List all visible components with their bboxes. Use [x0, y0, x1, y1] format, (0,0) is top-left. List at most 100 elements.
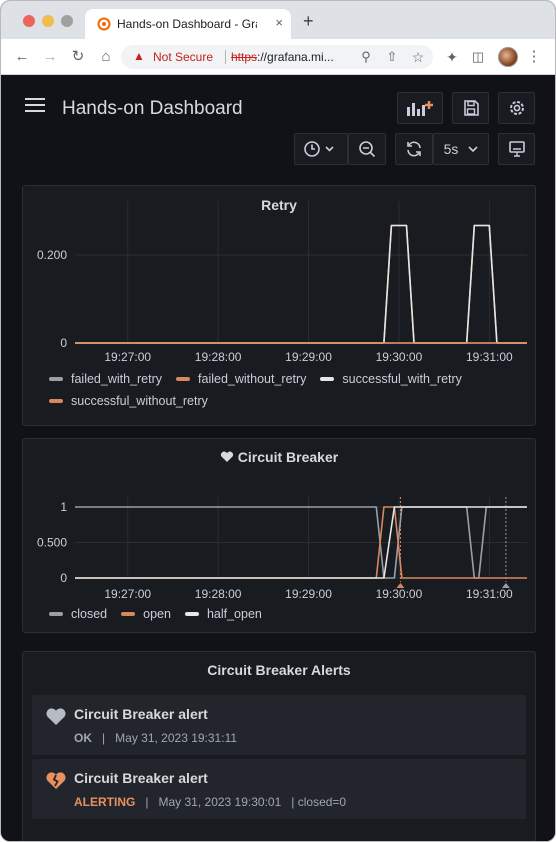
legend-label: successful_without_retry: [71, 394, 208, 408]
extensions-icon[interactable]: ✦: [443, 48, 461, 66]
legend-label: successful_with_retry: [342, 372, 462, 386]
url-scheme: https: [231, 50, 258, 64]
time-picker-button[interactable]: [294, 133, 348, 165]
tv-mode-button[interactable]: [498, 133, 535, 165]
grafana-page: Hands-on Dashboard 5s Retry 19:27:00 19:…: [1, 76, 555, 841]
zoom-icon[interactable]: ⚲: [357, 48, 375, 66]
profile-avatar[interactable]: [498, 47, 518, 67]
reload-icon[interactable]: ↻: [69, 48, 87, 66]
legend-item[interactable]: open: [121, 603, 171, 625]
zoom-out-button[interactable]: [348, 133, 386, 165]
y-tick-label: 0.500: [37, 536, 67, 550]
legend-swatch: [176, 377, 191, 381]
legend-item[interactable]: successful_without_retry: [49, 390, 208, 412]
minimize-window-button[interactable]: [42, 15, 54, 27]
x-tick-label: 19:30:00: [376, 587, 423, 601]
retry-legend: failed_with_retry failed_without_retry suc…: [49, 368, 529, 412]
legend-item[interactable]: closed: [49, 603, 107, 625]
alerts-panel: Circuit Breaker Alerts Circuit Breaker a…: [22, 651, 536, 841]
dashboard-title[interactable]: Hands-on Dashboard: [62, 98, 243, 120]
legend-label: failed_without_retry: [198, 372, 307, 386]
broken-heart-icon: [46, 772, 66, 789]
circuit-breaker-chart[interactable]: 19:27:00 19:28:00 19:29:00 19:30:00 19:31:00…: [23, 439, 535, 605]
not-secure-label: Not Secure: [153, 50, 214, 64]
zoom-out-icon: [359, 141, 376, 158]
add-panel-icon: [407, 101, 433, 116]
alert-card-alerting[interactable]: Circuit Breaker alert ALERTING | May 31,…: [32, 759, 526, 819]
refresh-button[interactable]: [395, 133, 433, 165]
address-bar[interactable]: ▲ Not Secure https://grafana.mi... ⚲ ⇧ ☆: [121, 45, 433, 69]
legend-label: open: [143, 607, 171, 621]
browser-toolbar: ← → ↻ ⌂ ▲ Not Secure https://grafana.mi.…: [1, 39, 555, 75]
browser-tab[interactable]: Hands-on Dashboard - Grafana ×: [85, 9, 291, 39]
y-tick-label: 1: [60, 500, 67, 514]
warning-icon: ▲: [133, 49, 145, 63]
legend-item[interactable]: failed_without_retry: [176, 368, 306, 390]
add-panel-button[interactable]: [397, 92, 443, 124]
tab-title: Hands-on Dashboard - Grafana: [117, 17, 257, 31]
alert-separator: |: [145, 795, 149, 809]
share-icon[interactable]: ⇧: [383, 48, 401, 66]
forward-icon[interactable]: →: [41, 48, 59, 66]
refresh-icon: [407, 141, 421, 157]
url-text[interactable]: https://grafana.mi...: [231, 50, 334, 64]
alert-time: May 31, 2023 19:31:11: [115, 731, 238, 745]
annotation-marker: [501, 583, 510, 588]
alerts-panel-title[interactable]: Circuit Breaker Alerts: [23, 662, 535, 678]
alert-card-ok[interactable]: Circuit Breaker alert OK | May 31, 2023 …: [32, 695, 526, 755]
refresh-interval-value: 5s: [443, 141, 459, 157]
alert-title: Circuit Breaker alert: [74, 706, 208, 722]
x-tick-label: 19:29:00: [285, 350, 332, 364]
close-tab-icon[interactable]: ×: [275, 15, 283, 30]
x-tick-label: 19:27:00: [104, 350, 151, 364]
alert-extra: | closed=0: [291, 795, 347, 809]
save-icon: [463, 100, 479, 116]
legend-swatch: [49, 377, 63, 381]
close-window-button[interactable]: [23, 15, 35, 27]
circuit-breaker-panel: Circuit Breaker 19:27:00 19:28:00 19:29:00…: [22, 438, 536, 633]
retry-chart[interactable]: 19:27:00 19:28:00 19:29:00 19:30:00 19:31:00…: [23, 186, 535, 371]
alert-meta: ALERTING | May 31, 2023 19:30:01 | close…: [74, 795, 346, 809]
x-tick-label: 19:29:00: [285, 587, 332, 601]
legend-item[interactable]: successful_with_retry: [320, 368, 462, 390]
legend-swatch: [49, 612, 63, 616]
x-tick-label: 19:30:00: [376, 350, 423, 364]
dashboard-settings-button[interactable]: [498, 92, 535, 124]
back-icon[interactable]: ←: [13, 48, 31, 66]
legend-item[interactable]: failed_with_retry: [49, 368, 162, 390]
new-tab-icon[interactable]: +: [303, 12, 314, 30]
alert-state: OK: [74, 731, 92, 745]
y-tick-label: 0: [60, 336, 67, 350]
x-tick-label: 19:28:00: [195, 350, 242, 364]
legend-swatch: [49, 399, 63, 403]
tab-bar: Hands-on Dashboard - Grafana × +: [1, 1, 555, 39]
alert-meta: OK | May 31, 2023 19:31:11: [74, 731, 237, 745]
browser-window: Hands-on Dashboard - Grafana × + ← → ↻ ⌂…: [0, 0, 556, 842]
alert-separator: |: [102, 731, 106, 745]
bookmark-icon[interactable]: ☆: [409, 48, 427, 66]
tv-mode-icon: [508, 141, 525, 157]
legend-item[interactable]: half_open: [184, 603, 262, 625]
clock-icon: [304, 141, 334, 157]
url-host: ://grafana.mi...: [257, 50, 334, 64]
legend-swatch: [184, 612, 199, 616]
retry-panel: Retry 19:27:00 19:28:00 19:29:00 19:30:00 19…: [22, 185, 536, 426]
side-panel-icon[interactable]: ◫: [469, 48, 487, 66]
circuit-breaker-legend: closed open half_open: [49, 603, 529, 625]
maximize-window-button[interactable]: [61, 15, 73, 27]
series-line-failed-without-retry: [75, 224, 527, 344]
refresh-interval-picker[interactable]: 5s: [433, 133, 489, 165]
series-line-successful-with-retry: [75, 224, 527, 344]
omnibox-divider: [225, 50, 226, 64]
alert-state: ALERTING: [74, 795, 136, 809]
heart-icon: [46, 708, 66, 725]
save-dashboard-button[interactable]: [452, 92, 489, 124]
settings-icon: [509, 101, 524, 115]
home-icon[interactable]: ⌂: [97, 48, 115, 66]
y-tick-label: 0: [60, 571, 67, 585]
chevron-down-icon: [468, 146, 478, 153]
menu-icon[interactable]: ⋮: [525, 48, 543, 66]
hamburger-menu-icon[interactable]: [25, 98, 45, 112]
legend-swatch: [320, 377, 335, 381]
y-tick-label: 0.200: [37, 248, 67, 262]
